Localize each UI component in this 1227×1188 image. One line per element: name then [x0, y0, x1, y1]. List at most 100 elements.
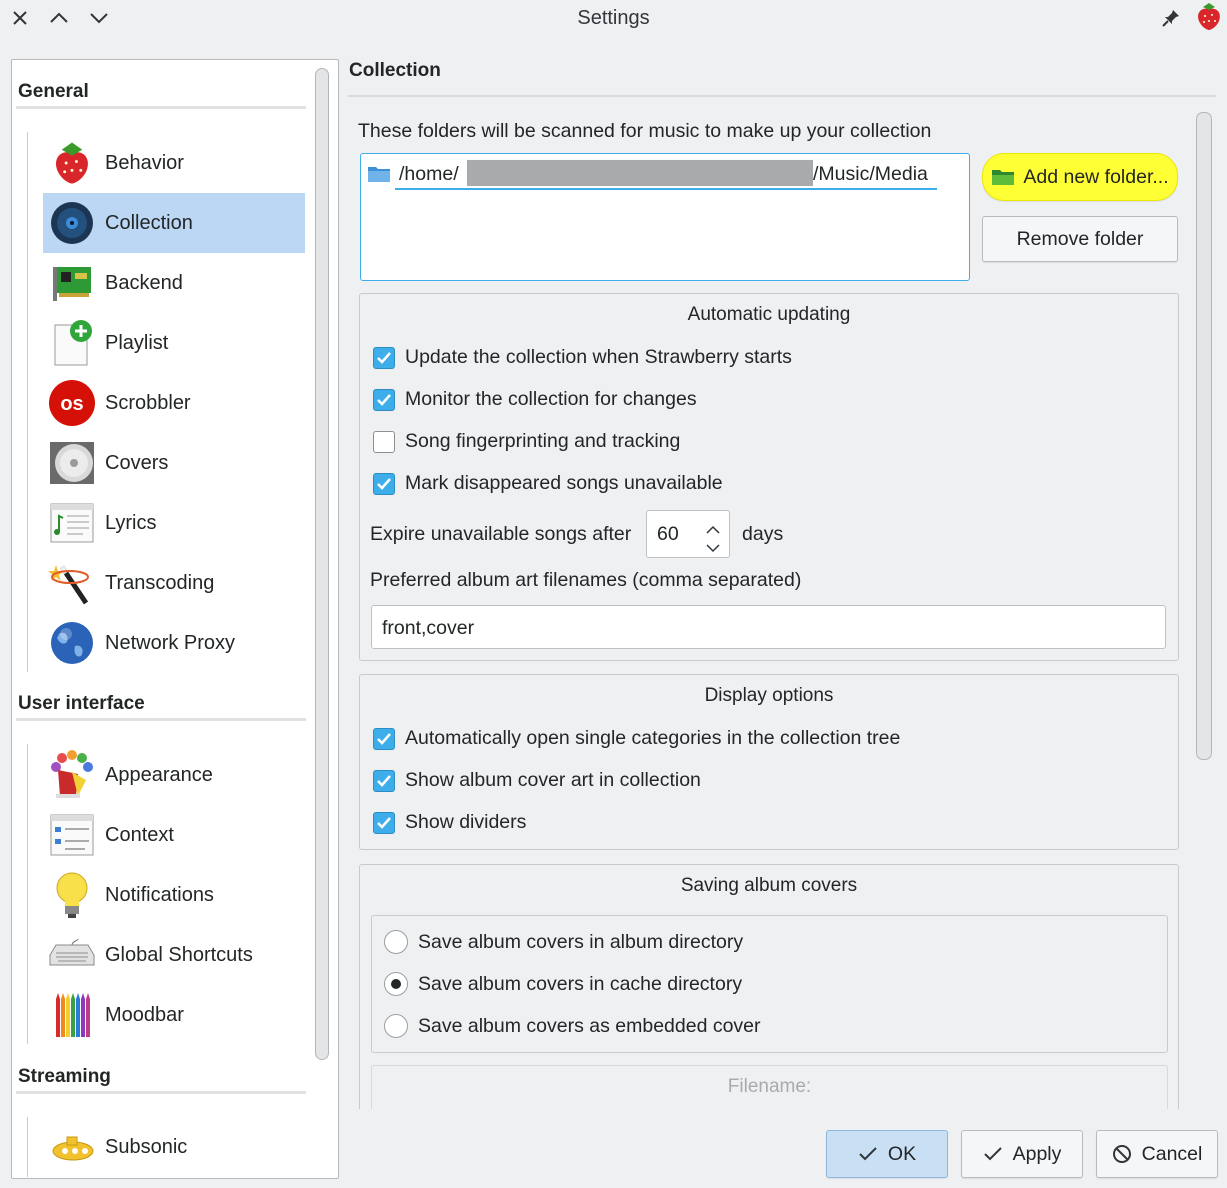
lastfm-icon: os — [47, 378, 97, 428]
remove-folder-button[interactable]: Remove folder — [982, 216, 1178, 262]
option-embedded-cover[interactable]: Save album covers as embedded cover — [384, 1014, 761, 1038]
checkbox-checked[interactable] — [373, 811, 395, 834]
ok-button[interactable]: OK — [826, 1130, 948, 1178]
sidebar-item-transcoding[interactable]: Transcoding — [43, 553, 305, 613]
sidebar-item-playlist[interactable]: Playlist — [43, 313, 305, 373]
input-value: front,cover — [382, 617, 475, 639]
cancel-button[interactable]: Cancel — [1096, 1130, 1218, 1178]
option-label: Save album covers as embedded cover — [418, 1014, 761, 1037]
option-mark-unavailable[interactable]: Mark disappeared songs unavailable — [373, 472, 723, 495]
playlist-add-icon — [47, 318, 97, 368]
collection-settings-panel: These folders will be scanned for music … — [348, 95, 1216, 1109]
spinbox-value: 60 — [657, 523, 679, 545]
cancel-icon — [1112, 1144, 1132, 1164]
sidebar-item-covers[interactable]: Covers — [43, 433, 305, 493]
cd-icon — [47, 438, 97, 488]
filename-label: Filename: — [727, 1076, 812, 1097]
sidebar-item-context[interactable]: Context — [43, 805, 305, 865]
add-folder-label: Add new folder... — [1023, 165, 1169, 188]
checkbox-unchecked[interactable] — [373, 430, 395, 453]
checkbox-checked[interactable] — [373, 388, 395, 411]
option-label: Monitor the collection for changes — [405, 388, 697, 410]
sidebar-item-label: Notifications — [105, 883, 214, 906]
sidebar-scrollbar[interactable] — [315, 68, 329, 1060]
sidebar-item-collection[interactable]: Collection — [43, 193, 305, 253]
sidebar-item-label: Behavior — [105, 151, 184, 174]
option-auto-open-categories[interactable]: Automatically open single categories in … — [373, 727, 900, 750]
sidebar-item-label: Covers — [105, 451, 169, 474]
album-art-filenames-input[interactable]: front,cover — [371, 605, 1166, 649]
folder-path-end: /Music/Media — [813, 163, 928, 185]
sidebar-item-moodbar[interactable]: Moodbar — [43, 985, 305, 1045]
option-cache-directory[interactable]: Save album covers in cache directory — [384, 972, 742, 996]
sidebar-item-subsonic[interactable]: Subsonic — [43, 1117, 305, 1177]
sidebar-item-label: Scrobbler — [105, 391, 191, 414]
settings-category-tree[interactable]: General Behavior Collection Backend Play… — [11, 59, 339, 1179]
group-title: Saving album covers — [680, 875, 858, 896]
option-show-dividers[interactable]: Show dividers — [373, 811, 526, 834]
check-icon — [983, 1146, 1003, 1162]
window-title: Settings — [577, 7, 650, 29]
cancel-label: Cancel — [1141, 1142, 1203, 1165]
sidebar-item-label: Moodbar — [105, 1003, 184, 1026]
sidebar-item-label: Global Shortcuts — [105, 943, 253, 966]
add-folder-button[interactable]: Add new folder... — [982, 153, 1178, 201]
check-icon — [858, 1146, 878, 1162]
expire-days-spinbox[interactable]: 60 — [646, 510, 730, 558]
option-label: Show dividers — [405, 811, 527, 833]
option-monitor-changes[interactable]: Monitor the collection for changes — [373, 388, 697, 411]
divider — [16, 106, 306, 109]
folder-icon — [367, 164, 391, 184]
filename-box: Filename: — [371, 1065, 1168, 1109]
expire-unit: days — [742, 523, 784, 545]
radio-selected[interactable] — [384, 972, 408, 996]
radio-unselected[interactable] — [384, 1014, 408, 1038]
sidebar-item-label: Lyrics — [105, 511, 157, 534]
context-icon — [47, 810, 97, 860]
lyrics-icon — [47, 498, 97, 548]
sidebar-item-scrobbler[interactable]: os Scrobbler — [43, 373, 305, 433]
option-label: Save album covers in cache directory — [418, 972, 743, 995]
apply-button[interactable]: Apply — [961, 1130, 1083, 1178]
checkbox-checked[interactable] — [373, 346, 395, 369]
option-fingerprinting[interactable]: Song fingerprinting and tracking — [373, 430, 680, 453]
option-update-on-start[interactable]: Update the collection when Strawberry st… — [373, 346, 792, 369]
title-bar: Settings — [0, 0, 1227, 38]
sidebar-item-label: Transcoding — [105, 571, 215, 594]
sidebar-item-global-shortcuts[interactable]: Global Shortcuts — [43, 925, 305, 985]
section-user-interface: User interface — [18, 693, 145, 714]
folder-list-item[interactable]: /home/ /Music/Media — [395, 160, 937, 190]
tree-line — [27, 1117, 28, 1177]
sidebar-item-lyrics[interactable]: Lyrics — [43, 493, 305, 553]
group-title: Display options — [704, 685, 834, 706]
checkbox-checked[interactable] — [373, 727, 395, 750]
sidebar-item-appearance[interactable]: Appearance — [43, 745, 305, 805]
sidebar-item-label: Collection — [105, 211, 193, 234]
folder-add-icon — [991, 167, 1015, 187]
sidebar-item-label: Subsonic — [105, 1135, 188, 1158]
option-label: Song fingerprinting and tracking — [405, 430, 681, 452]
folder-list[interactable]: /home/ /Music/Media — [360, 153, 970, 281]
sidebar-item-backend[interactable]: Backend — [43, 253, 305, 313]
option-show-cover-art[interactable]: Show album cover art in collection — [373, 769, 701, 792]
sidebar-item-label: Playlist — [105, 331, 169, 354]
keyboard-icon — [47, 930, 97, 980]
pin-icon[interactable] — [1157, 5, 1185, 31]
section-streaming: Streaming — [18, 1066, 111, 1087]
sidebar-item-network-proxy[interactable]: Network Proxy — [43, 613, 305, 673]
redacted-block — [467, 160, 813, 186]
option-album-directory[interactable]: Save album covers in album directory — [384, 930, 743, 954]
spin-down-icon[interactable] — [705, 537, 721, 560]
content-scrollbar[interactable] — [1196, 112, 1212, 760]
section-general: General — [18, 81, 89, 102]
strawberry-icon — [47, 138, 97, 188]
radio-unselected[interactable] — [384, 930, 408, 954]
sidebar-item-behavior[interactable]: Behavior — [43, 133, 305, 193]
checkbox-checked[interactable] — [373, 472, 395, 495]
checkbox-checked[interactable] — [373, 769, 395, 792]
magic-wand-icon — [47, 558, 97, 608]
sidebar-item-notifications[interactable]: Notifications — [43, 865, 305, 925]
sound-card-icon — [47, 258, 97, 308]
divider — [16, 718, 306, 721]
expire-label: Expire unavailable songs after — [370, 523, 632, 545]
